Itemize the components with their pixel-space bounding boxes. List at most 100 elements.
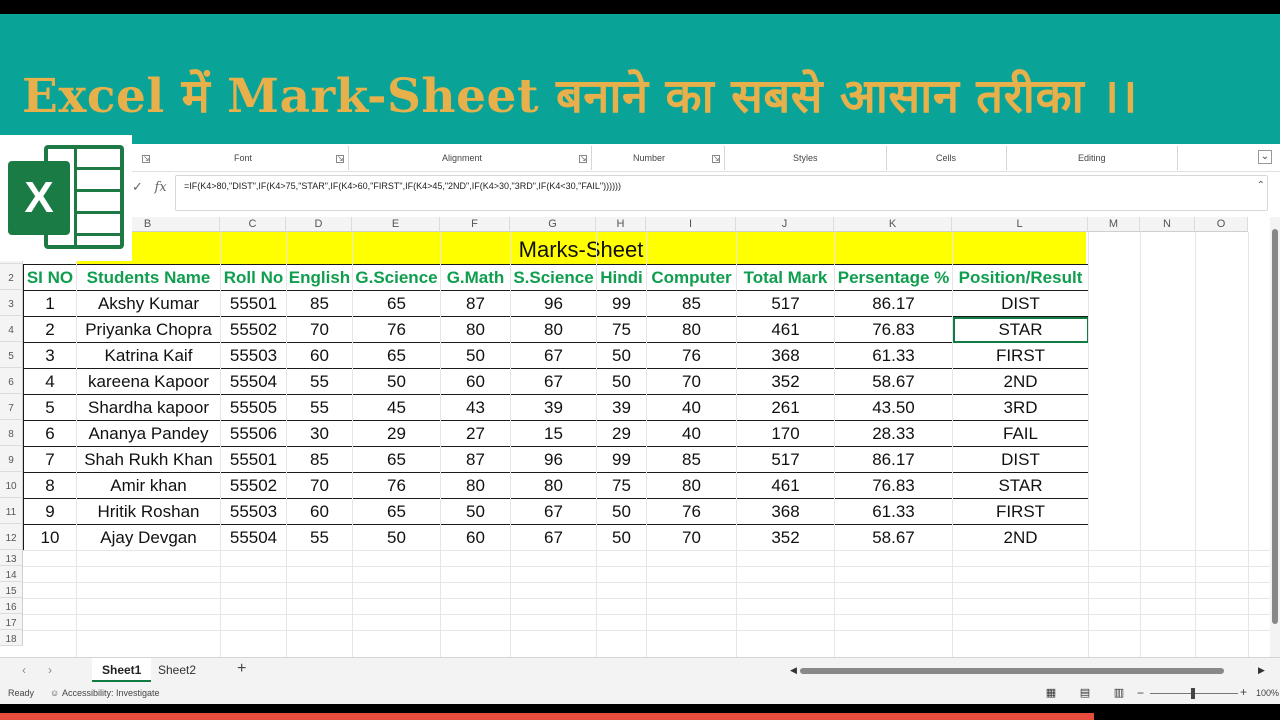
header-cell[interactable]: Computer (646, 264, 737, 291)
table-cell[interactable]: 10 (23, 524, 77, 551)
vertical-scrollbar[interactable] (1270, 217, 1280, 657)
table-cell[interactable]: 27 (440, 420, 511, 447)
zoom-in-icon[interactable]: + (1240, 685, 1247, 699)
table-cell[interactable]: 8 (23, 472, 77, 499)
number-launcher-icon[interactable]: ↘ (712, 155, 720, 163)
marks-table[interactable]: SI NO Students Name Roll No English G.Scienc… (23, 264, 1089, 551)
table-cell[interactable]: 4 (23, 368, 77, 395)
table-cell[interactable]: Amir khan (76, 472, 221, 499)
header-cell[interactable]: SI NO (23, 264, 77, 291)
page-layout-icon[interactable]: ▤ (1078, 686, 1092, 699)
column-header-o[interactable]: O (1195, 217, 1248, 232)
vertical-scroll-thumb[interactable] (1272, 229, 1278, 624)
table-cell[interactable]: kareena Kapoor (76, 368, 221, 395)
header-cell[interactable]: Roll No (220, 264, 287, 291)
table-cell[interactable]: 80 (440, 472, 511, 499)
table-cell[interactable]: 28.33 (834, 420, 953, 447)
table-cell[interactable]: 30 (286, 420, 353, 447)
table-cell[interactable]: 80 (510, 472, 597, 499)
table-cell[interactable]: 99 (596, 290, 647, 317)
table-cell[interactable]: Ajay Devgan (76, 524, 221, 551)
spreadsheet-grid[interactable]: Marks-Sheet SI NO Students Name Roll No Eng… (0, 217, 1280, 657)
table-cell[interactable]: 3RD (952, 394, 1089, 421)
column-header-g[interactable]: G (510, 217, 596, 232)
row-header-3[interactable]: 3 (0, 290, 23, 316)
table-cell[interactable]: 76 (646, 342, 737, 369)
header-cell[interactable]: Hindi (596, 264, 647, 291)
tab-sheet2[interactable]: Sheet2 (148, 658, 206, 682)
table-cell[interactable]: 461 (736, 316, 835, 343)
column-header-d[interactable]: D (286, 217, 352, 232)
table-cell[interactable]: 60 (286, 498, 353, 525)
column-header-h[interactable]: H (596, 217, 646, 232)
zoom-out-icon[interactable]: − (1137, 686, 1144, 700)
table-cell[interactable]: 352 (736, 524, 835, 551)
table-cell[interactable]: FIRST (952, 342, 1089, 369)
table-cell[interactable]: 55504 (220, 524, 287, 551)
row-header-9[interactable]: 9 (0, 446, 23, 472)
table-cell[interactable]: 39 (510, 394, 597, 421)
row-header-7[interactable]: 7 (0, 394, 23, 420)
formula-input[interactable]: =IF(K4>80,"DIST",IF(K4>75,"STAR",IF(K4>6… (175, 175, 1268, 211)
prev-sheet-icon[interactable]: ‹ (22, 663, 26, 677)
column-header-i[interactable]: I (646, 217, 736, 232)
table-cell[interactable]: 2ND (952, 524, 1089, 551)
add-sheet-button[interactable]: + (237, 660, 246, 678)
table-cell[interactable]: DIST (952, 290, 1089, 317)
clipboard-launcher-icon[interactable]: ↘ (142, 155, 150, 163)
table-cell[interactable]: 40 (646, 394, 737, 421)
table-cell[interactable]: 261 (736, 394, 835, 421)
table-cell[interactable]: 67 (510, 524, 597, 551)
row-header-10[interactable]: 10 (0, 472, 23, 498)
column-header-m[interactable]: M (1088, 217, 1140, 232)
header-cell[interactable]: Persentage % (834, 264, 953, 291)
header-cell[interactable]: Students Name (76, 264, 221, 291)
table-cell[interactable]: 85 (286, 446, 353, 473)
table-cell[interactable]: 368 (736, 498, 835, 525)
table-cell[interactable]: 50 (352, 524, 441, 551)
table-cell[interactable]: 55 (286, 524, 353, 551)
table-cell[interactable]: 75 (596, 472, 647, 499)
table-cell[interactable]: 50 (440, 342, 511, 369)
row-header-17[interactable]: 17 (0, 614, 23, 630)
fx-icon[interactable]: fx (155, 180, 167, 195)
table-cell[interactable]: 1 (23, 290, 77, 317)
table-cell[interactable]: 55501 (220, 290, 287, 317)
table-cell[interactable]: 80 (510, 316, 597, 343)
row-header-8[interactable]: 8 (0, 420, 23, 446)
table-cell[interactable]: 60 (440, 368, 511, 395)
table-cell[interactable]: 50 (596, 342, 647, 369)
row-header-14[interactable]: 14 (0, 566, 23, 582)
table-cell[interactable]: 80 (646, 472, 737, 499)
row-header-15[interactable]: 15 (0, 582, 23, 598)
table-cell[interactable]: 99 (596, 446, 647, 473)
table-cell[interactable]: 368 (736, 342, 835, 369)
table-cell[interactable]: 55504 (220, 368, 287, 395)
table-cell[interactable]: 70 (646, 368, 737, 395)
table-cell[interactable]: 352 (736, 368, 835, 395)
table-cell[interactable]: 80 (646, 316, 737, 343)
normal-view-icon[interactable]: ▦ (1044, 686, 1058, 699)
table-cell[interactable]: 55506 (220, 420, 287, 447)
table-cell[interactable]: 61.33 (834, 342, 953, 369)
cell-area[interactable]: Marks-Sheet SI NO Students Name Roll No Eng… (23, 232, 1270, 657)
scroll-left-icon[interactable]: ◀ (790, 665, 797, 676)
header-cell[interactable]: G.Math (440, 264, 511, 291)
table-cell[interactable]: 461 (736, 472, 835, 499)
table-cell[interactable]: 85 (646, 446, 737, 473)
table-cell[interactable]: 85 (646, 290, 737, 317)
row-header-11[interactable]: 11 (0, 498, 23, 524)
collapse-ribbon-icon[interactable]: ⌄ (1258, 150, 1272, 164)
table-cell[interactable]: 55 (286, 394, 353, 421)
table-cell[interactable]: 55502 (220, 316, 287, 343)
table-cell[interactable]: 517 (736, 290, 835, 317)
zoom-slider-knob[interactable] (1191, 688, 1195, 699)
column-header-k[interactable]: K (834, 217, 952, 232)
table-cell[interactable]: 80 (440, 316, 511, 343)
accessibility-icon[interactable]: ☺ (50, 688, 59, 698)
scroll-right-icon[interactable]: ▶ (1258, 665, 1265, 676)
row-header-13[interactable]: 13 (0, 550, 23, 566)
zoom-level[interactable]: 100% (1256, 688, 1279, 698)
row-header-16[interactable]: 16 (0, 598, 23, 614)
table-cell[interactable]: 40 (646, 420, 737, 447)
